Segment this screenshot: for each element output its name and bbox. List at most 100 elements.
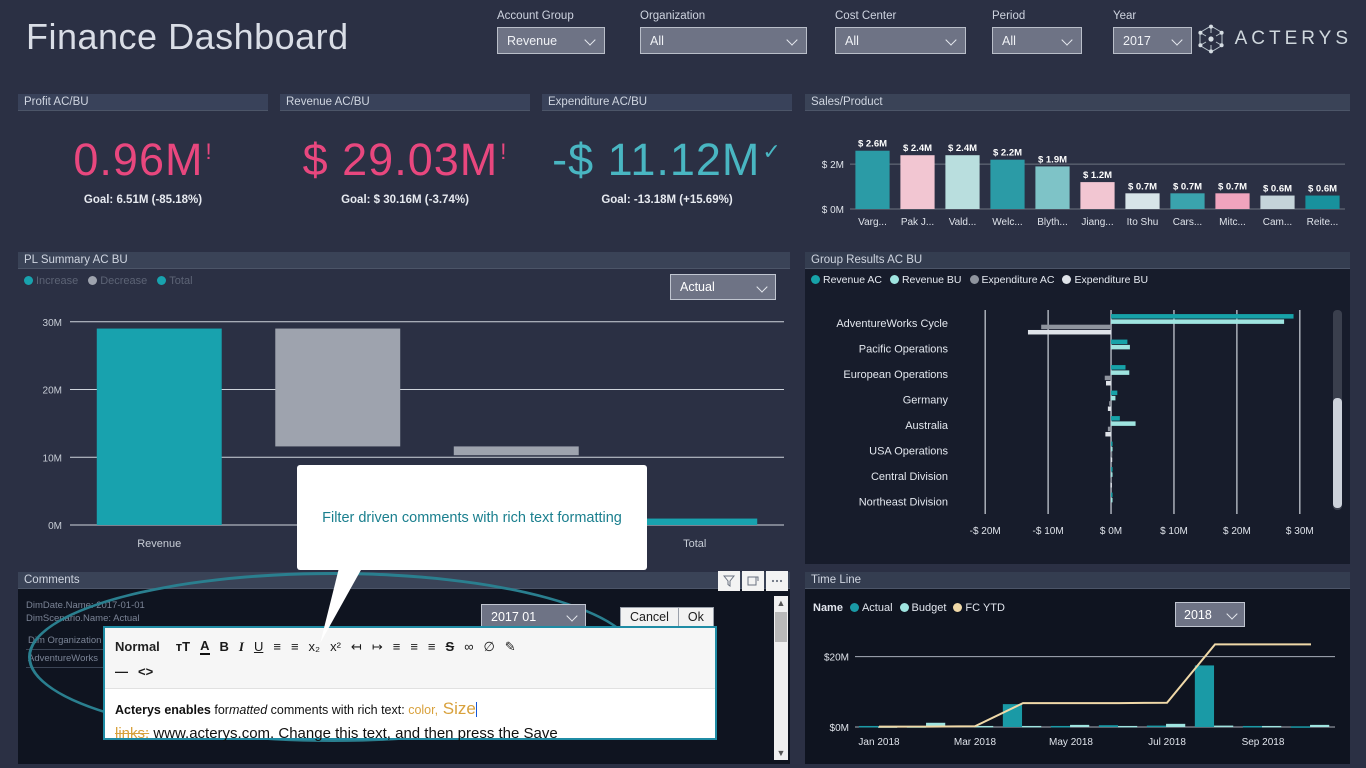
pl-summary-scenario-select[interactable]: Actual <box>670 274 776 300</box>
pl-summary-scenario-value: Actual <box>680 280 715 294</box>
legend-swatch-icon <box>24 276 33 285</box>
account-group-value: Revenue <box>507 33 558 48</box>
kpi-title: Revenue AC/BU <box>280 94 530 111</box>
scrollbar-thumb[interactable] <box>1333 398 1342 508</box>
svg-text:Blyth...: Blyth... <box>1037 217 1068 228</box>
svg-text:0M: 0M <box>48 521 62 532</box>
comment-period-select[interactable]: 2017 01 <box>481 604 586 629</box>
time-line-year-select[interactable]: 2018 <box>1175 602 1245 627</box>
horizontal-rule-icon[interactable]: — <box>115 664 128 679</box>
time-line-year-value: 2018 <box>1184 607 1212 622</box>
filter-icon[interactable] <box>718 571 740 591</box>
link-icon[interactable]: ∞ <box>464 639 473 654</box>
cancel-button[interactable]: Cancel <box>620 607 679 627</box>
svg-text:Central Division: Central Division <box>871 471 948 483</box>
strikethrough-icon[interactable]: S <box>446 639 455 654</box>
svg-text:-$ 20M: -$ 20M <box>970 526 1001 537</box>
period-value: All <box>1002 33 1016 48</box>
svg-text:Ito Shu: Ito Shu <box>1127 217 1159 228</box>
scrollbar-thumb[interactable] <box>775 612 787 642</box>
unlink-icon[interactable]: ∅ <box>483 639 494 655</box>
kpi-value-text: -$ 11.12M <box>552 134 761 185</box>
callout-text: Filter driven comments with rich text fo… <box>322 509 622 526</box>
time-line-svg[interactable]: $0M $20M Jan 2018 Mar 2018 May 2018 Jul 2018 S… <box>805 622 1350 762</box>
cost-center-select[interactable]: All <box>835 27 966 54</box>
kpi-goal: Goal: $ 30.16M (-3.74%) <box>341 194 469 206</box>
svg-text:$ 1.9M: $ 1.9M <box>1038 154 1067 165</box>
sales-product-chart[interactable]: $ 0M $ 2M $ 2.6M Varg... $ 2.4M Pak J... $ 2.4… <box>805 114 1350 230</box>
editor-toolbar: Normal тT A B I U ≡ ≡ x₂ x² ↤ ↦ ≡ ≡ ≡ S … <box>105 628 715 689</box>
time-line-legend: Name Actual Budget FC YTD <box>813 602 1005 614</box>
group-results-panel: Group Results AC BU Revenue AC Revenue B… <box>805 252 1350 564</box>
align-right-icon[interactable]: ≡ <box>428 639 436 654</box>
svg-text:30M: 30M <box>43 318 62 329</box>
font-color-icon[interactable]: A <box>200 638 210 655</box>
svg-text:20M: 20M <box>43 386 62 397</box>
svg-text:Jan 2018: Jan 2018 <box>858 737 900 748</box>
comments-scrollbar[interactable]: ▲ ▼ <box>774 596 788 760</box>
subscript-icon[interactable]: x₂ <box>309 639 321 654</box>
kpi-value-text: $ 29.03M <box>302 134 499 185</box>
legend-swatch-icon <box>953 603 963 612</box>
kpi-body: $ 29.03M! Goal: $ 30.16M (-3.74%) <box>280 111 530 206</box>
scroll-up-icon[interactable]: ▲ <box>774 596 788 610</box>
account-group-select[interactable]: Revenue <box>497 27 605 54</box>
svg-text:Germany: Germany <box>903 394 949 406</box>
svg-text:Jul 2018: Jul 2018 <box>1148 737 1186 748</box>
legend-item-fc-ytd[interactable]: FC YTD <box>953 602 1005 614</box>
align-center-icon[interactable]: ≡ <box>410 639 418 654</box>
legend-item-revenue-bu[interactable]: Revenue BU <box>889 274 962 286</box>
editor-text-plain: for <box>210 703 229 717</box>
legend-item-expenditure-ac[interactable]: Expenditure AC <box>969 274 1054 286</box>
ordered-list-icon[interactable]: ≡ <box>273 639 281 654</box>
group-results-scrollbar[interactable] <box>1333 310 1342 510</box>
svg-text:Varg...: Varg... <box>858 217 887 228</box>
organization-select[interactable]: All <box>640 27 807 54</box>
svg-text:$ 0M: $ 0M <box>822 205 844 216</box>
bullet-list-icon[interactable]: ≡ <box>291 639 299 654</box>
brand-name: ACTERYS <box>1234 28 1352 49</box>
ok-button[interactable]: Ok <box>678 607 714 627</box>
font-size-icon[interactable]: тT <box>176 639 190 654</box>
svg-text:Mar 2018: Mar 2018 <box>954 737 997 748</box>
svg-text:Pacific Operations: Pacific Operations <box>859 343 949 355</box>
legend-item-revenue-ac[interactable]: Revenue AC <box>811 274 882 286</box>
indent-increase-icon[interactable]: ↦ <box>372 639 383 655</box>
group-results-svg[interactable]: -$ 20M -$ 10M $ 0M $ 10M $ 20M $ 30M Adventure… <box>805 292 1350 557</box>
year-select[interactable]: 2017 <box>1113 27 1192 54</box>
legend-item-total[interactable]: Total <box>157 275 193 287</box>
legend-item-actual[interactable]: Actual <box>849 602 893 614</box>
svg-text:Vald...: Vald... <box>949 217 977 228</box>
chevron-down-icon <box>586 35 597 46</box>
svg-text:Welc...: Welc... <box>992 217 1022 228</box>
underline-icon[interactable]: U <box>254 639 263 654</box>
group-results-title: Group Results AC BU <box>805 252 1350 269</box>
scroll-down-icon[interactable]: ▼ <box>774 746 788 760</box>
legend-item-expenditure-bu[interactable]: Expenditure BU <box>1062 274 1148 286</box>
editor-content[interactable]: Acterys enables formatted comments with … <box>105 689 715 753</box>
legend-item-budget[interactable]: Budget <box>899 602 946 614</box>
pl-summary-title: PL Summary AC BU <box>18 252 790 269</box>
code-view-icon[interactable]: <> <box>138 664 153 679</box>
focus-mode-icon[interactable] <box>742 571 764 591</box>
legend-label: Expenditure BU <box>1074 274 1149 286</box>
editor-text-italic: matted <box>228 703 268 717</box>
editor-text-plain2: comments with rich text: <box>267 703 409 717</box>
clear-format-icon[interactable]: ✎ <box>505 639 516 655</box>
editor-text-colored: color, <box>408 703 439 717</box>
svg-text:AdventureWorks Cycle: AdventureWorks Cycle <box>836 318 948 330</box>
italic-icon[interactable]: I <box>239 639 244 655</box>
svg-text:USA Operations: USA Operations <box>869 445 948 457</box>
svg-text:-$ 10M: -$ 10M <box>1033 526 1064 537</box>
paragraph-style-select[interactable]: Normal <box>115 639 160 654</box>
legend-item-decrease[interactable]: Decrease <box>88 275 147 287</box>
pl-summary-legend: Increase Decrease Total <box>24 275 193 287</box>
sales-product-svg: $ 0M $ 2M $ 2.6M Varg... $ 2.4M Pak J... $ 2.4… <box>822 139 1345 228</box>
align-left-icon[interactable]: ≡ <box>393 639 401 654</box>
bold-icon[interactable]: B <box>220 639 229 654</box>
rich-text-editor[interactable]: Normal тT A B I U ≡ ≡ x₂ x² ↤ ↦ ≡ ≡ ≡ S … <box>105 628 715 742</box>
legend-item-increase[interactable]: Increase <box>24 275 78 287</box>
legend-swatch-icon <box>811 275 820 284</box>
period-select[interactable]: All <box>992 27 1082 54</box>
more-options-icon[interactable] <box>766 571 788 591</box>
